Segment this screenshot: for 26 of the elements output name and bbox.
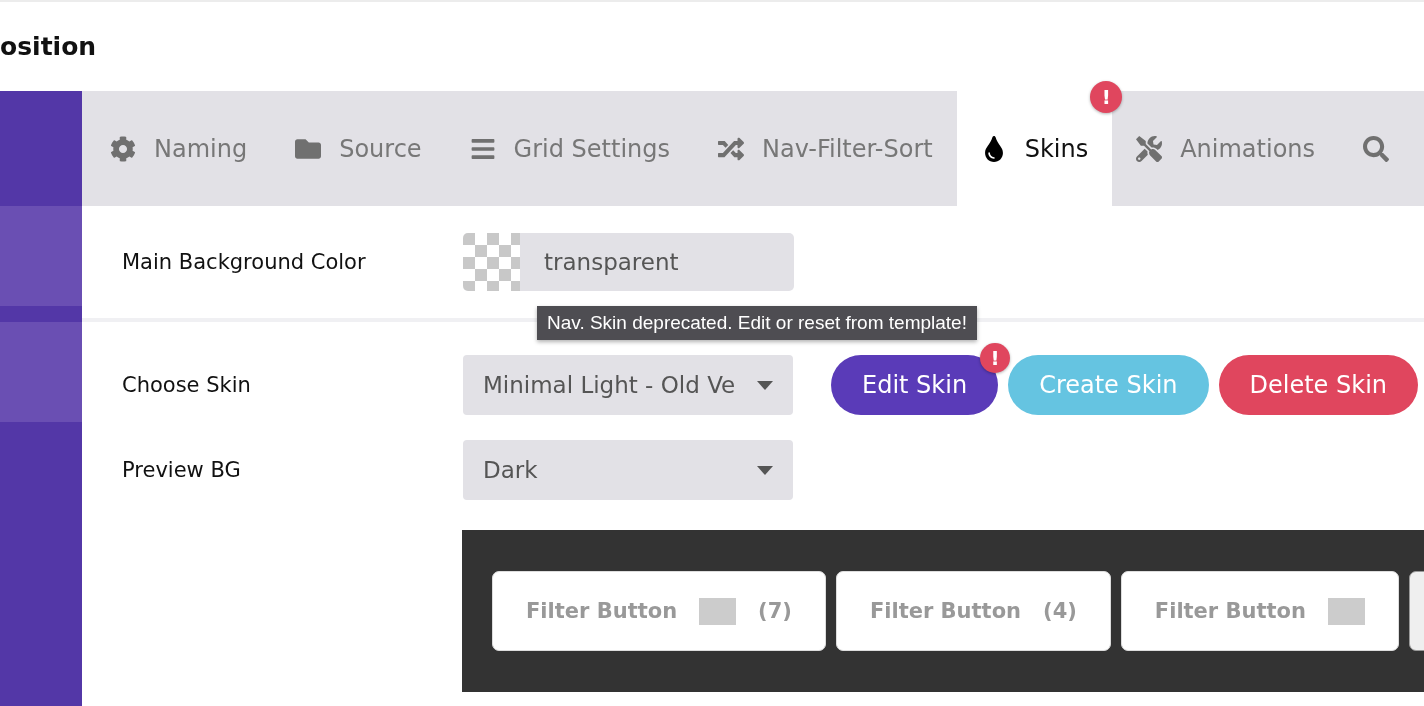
tab[interactable]: Nav-Filter-Sort bbox=[694, 91, 957, 206]
skin-select[interactable]: Minimal Light - Old Ve bbox=[463, 355, 793, 415]
page-title: osition bbox=[0, 31, 98, 63]
filter-button[interactable]: Filter Button bbox=[1120, 571, 1399, 651]
transparent-swatch bbox=[463, 233, 520, 291]
tab[interactable]: Naming bbox=[86, 91, 272, 206]
filter-button[interactable]: Filter Button (4) bbox=[835, 571, 1111, 651]
caret-icon bbox=[757, 380, 773, 390]
skin-button[interactable]: Delete Skin bbox=[1218, 355, 1418, 415]
field-label: Preview BG bbox=[122, 458, 242, 482]
tools-icon bbox=[1136, 135, 1163, 162]
search-icon bbox=[1363, 135, 1390, 162]
shuffle-icon bbox=[718, 135, 745, 162]
skin-button[interactable]: Create Skin bbox=[1008, 355, 1209, 415]
gear-icon bbox=[110, 135, 136, 162]
tooltip: Nav. Skin deprecated. Edit or reset from template! bbox=[537, 306, 977, 340]
caret-icon bbox=[757, 465, 773, 475]
tab[interactable]: Grid Settings bbox=[445, 91, 695, 206]
preview-select[interactable]: Dark bbox=[463, 440, 793, 500]
field-label: Main Background Color bbox=[122, 250, 367, 274]
tab[interactable]: Source bbox=[271, 91, 446, 206]
alert-badge: ! bbox=[980, 343, 1011, 373]
filter-button[interactable]: Filter Button (7) bbox=[492, 571, 826, 651]
field-label: Choose Skin bbox=[122, 373, 252, 397]
alert-badge: ! bbox=[1090, 81, 1123, 113]
color-field[interactable]: transparent bbox=[463, 233, 794, 291]
